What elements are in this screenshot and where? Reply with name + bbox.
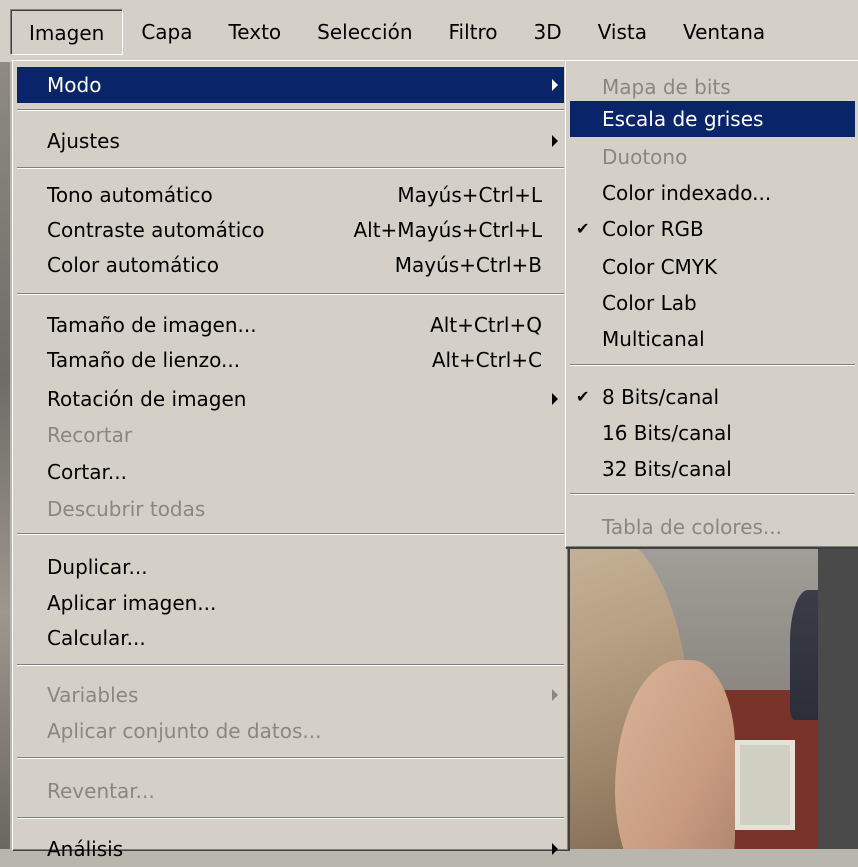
menu-item-modo[interactable]: Modo — [17, 67, 564, 103]
menu-item-recortar[interactable]: Recortar — [17, 417, 564, 453]
submenu-item-label: Tabla de colores... — [602, 515, 782, 539]
menu-separator — [17, 664, 564, 666]
menu-separator — [17, 757, 564, 759]
submenu-item-color-cmyk[interactable]: Color CMYK — [570, 249, 855, 285]
submenu-arrow-icon — [552, 843, 558, 855]
menu-item-label: Rotación de imagen — [47, 387, 247, 411]
menu-item-tamano-lienzo[interactable]: Tamaño de lienzo... Alt+Ctrl+C — [17, 342, 564, 378]
menu-item-duplicar[interactable]: Duplicar... — [17, 549, 564, 585]
menu-imagen[interactable]: Imagen — [10, 9, 124, 55]
imagen-menu: Modo Ajustes Tono automático Mayús+Ctrl+… — [12, 60, 569, 861]
menu-item-label: Aplicar conjunto de datos... — [47, 719, 322, 743]
menu-item-label: Cortar... — [47, 460, 127, 484]
menu-item-label: Tamaño de lienzo... — [47, 348, 241, 372]
submenu-item-multicanal[interactable]: Multicanal — [570, 321, 855, 357]
submenu-item-label: Duotono — [602, 145, 688, 169]
menu-vista[interactable]: Vista — [580, 9, 665, 55]
menu-item-calcular[interactable]: Calcular... — [17, 620, 564, 656]
menu-item-analisis[interactable]: Análisis — [17, 831, 564, 867]
menu-item-label: Modo — [47, 73, 102, 97]
menu-item-ajustes[interactable]: Ajustes — [17, 123, 564, 159]
modo-submenu: Mapa de bits Escala de grises Duotono Co… — [565, 60, 858, 548]
menu-item-shortcut: Alt+Ctrl+Q — [430, 313, 542, 337]
submenu-item-label: Color RGB — [602, 217, 704, 241]
submenu-item-tabla-de-colores[interactable]: Tabla de colores... — [570, 509, 855, 545]
menu-item-label: Calcular... — [47, 626, 146, 650]
menu-item-label: Color automático — [47, 253, 219, 277]
submenu-arrow-icon — [552, 135, 558, 147]
submenu-item-label: Color Lab — [602, 291, 697, 315]
menu-item-label: Descubrir todas — [47, 497, 206, 521]
submenu-separator — [570, 364, 855, 366]
menu-capa[interactable]: Capa — [123, 9, 210, 55]
menu-item-cortar[interactable]: Cortar... — [17, 454, 564, 490]
menu-item-shortcut: Mayús+Ctrl+L — [397, 183, 542, 207]
menu-item-tamano-imagen[interactable]: Tamaño de imagen... Alt+Ctrl+Q — [17, 307, 564, 343]
photo-border — [818, 540, 858, 849]
menu-texto[interactable]: Texto — [210, 9, 299, 55]
document-canvas-photo — [560, 540, 858, 849]
submenu-separator — [570, 493, 855, 495]
menu-separator — [17, 293, 564, 295]
submenu-arrow-icon — [552, 689, 558, 701]
menu-item-aplicar-imagen[interactable]: Aplicar imagen... — [17, 585, 564, 621]
submenu-arrow-icon — [552, 79, 558, 91]
submenu-item-escala-de-grises[interactable]: Escala de grises — [570, 101, 855, 137]
menu-item-variables[interactable]: Variables — [17, 677, 564, 713]
submenu-item-label: 8 Bits/canal — [602, 385, 720, 409]
submenu-item-mapa-de-bits[interactable]: Mapa de bits — [570, 69, 855, 105]
menu-item-label: Análisis — [47, 837, 124, 861]
menu-item-shortcut: Alt+Mayús+Ctrl+L — [353, 218, 542, 242]
menu-item-shortcut: Alt+Ctrl+C — [431, 348, 542, 372]
menu-item-tono-automatico[interactable]: Tono automático Mayús+Ctrl+L — [17, 177, 564, 213]
submenu-item-label: 32 Bits/canal — [602, 457, 732, 481]
menu-item-aplicar-conjunto-datos[interactable]: Aplicar conjunto de datos... — [17, 713, 564, 749]
submenu-item-label: Mapa de bits — [602, 75, 731, 99]
checkmark-icon: ✔ — [576, 387, 590, 406]
menu-item-contraste-automatico[interactable]: Contraste automático Alt+Mayús+Ctrl+L — [17, 212, 564, 248]
submenu-item-8-bits[interactable]: ✔ 8 Bits/canal — [570, 379, 855, 415]
menu-item-label: Tamaño de imagen... — [47, 313, 257, 337]
submenu-item-color-lab[interactable]: Color Lab — [570, 285, 855, 321]
menu-item-label: Duplicar... — [47, 555, 148, 579]
menu-item-label: Reventar... — [47, 779, 155, 803]
menu-item-color-automatico[interactable]: Color automático Mayús+Ctrl+B — [17, 247, 564, 283]
submenu-arrow-icon — [552, 393, 558, 405]
menu-item-reventar[interactable]: Reventar... — [17, 773, 564, 809]
menu-bar: Imagen Capa Texto Selección Filtro 3D Vi… — [0, 0, 858, 62]
submenu-item-32-bits[interactable]: 32 Bits/canal — [570, 451, 855, 487]
menu-3d[interactable]: 3D — [516, 9, 580, 55]
menu-ventana[interactable]: Ventana — [665, 9, 783, 55]
menu-separator — [17, 167, 564, 169]
menu-item-rotacion-imagen[interactable]: Rotación de imagen — [17, 381, 564, 417]
menu-item-label: Tono automático — [47, 183, 213, 207]
menu-item-shortcut: Mayús+Ctrl+B — [394, 253, 542, 277]
submenu-item-color-indexado[interactable]: Color indexado... — [570, 175, 855, 211]
canvas-edge — [0, 60, 10, 849]
menu-seleccion[interactable]: Selección — [299, 9, 430, 55]
submenu-item-label: Color indexado... — [602, 181, 772, 205]
menu-filtro[interactable]: Filtro — [431, 9, 516, 55]
menu-item-label: Ajustes — [47, 129, 120, 153]
menu-item-label: Recortar — [47, 423, 133, 447]
menu-separator — [17, 109, 564, 111]
menu-item-label: Variables — [47, 683, 139, 707]
submenu-item-color-rgb[interactable]: ✔ Color RGB — [570, 211, 855, 247]
submenu-item-label: Escala de grises — [602, 107, 764, 131]
photo-window — [735, 740, 795, 830]
submenu-item-label: Color CMYK — [602, 255, 718, 279]
menu-item-label: Contraste automático — [47, 218, 265, 242]
submenu-item-duotono[interactable]: Duotono — [570, 139, 855, 175]
submenu-item-16-bits[interactable]: 16 Bits/canal — [570, 415, 855, 451]
menu-item-descubrir-todas[interactable]: Descubrir todas — [17, 491, 564, 527]
menu-item-label: Aplicar imagen... — [47, 591, 217, 615]
submenu-item-label: Multicanal — [602, 327, 705, 351]
menu-separator — [17, 533, 564, 535]
submenu-item-label: 16 Bits/canal — [602, 421, 732, 445]
menu-separator — [17, 817, 564, 819]
checkmark-icon: ✔ — [576, 219, 590, 238]
